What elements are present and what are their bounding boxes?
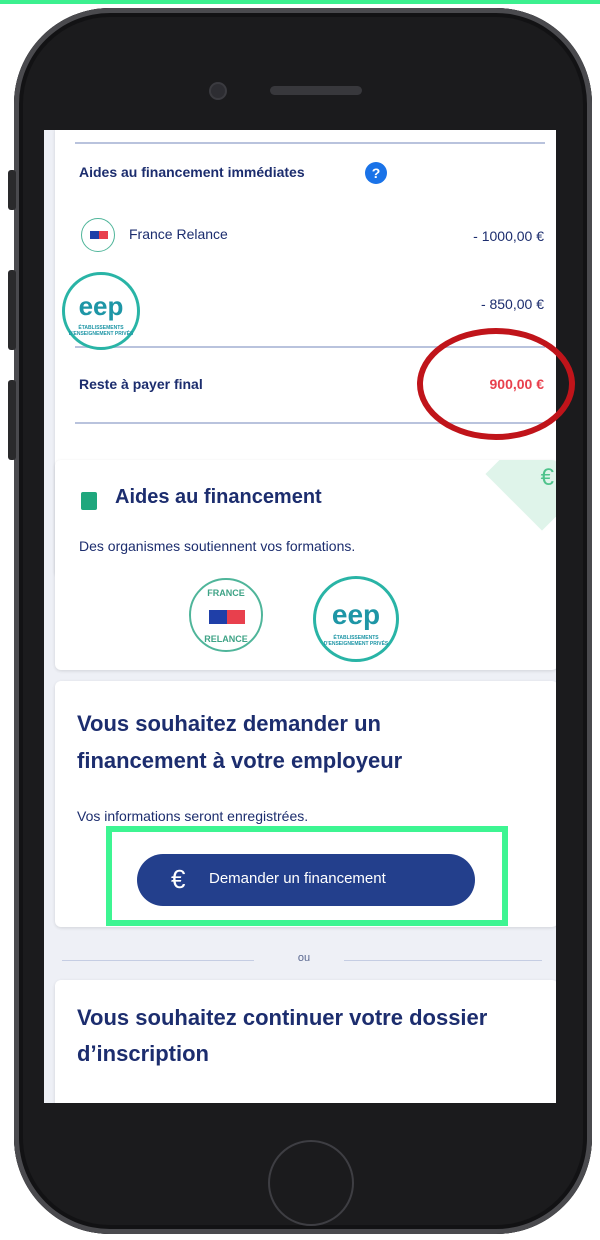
bookmark-icon xyxy=(81,492,97,510)
mute-switch xyxy=(8,170,16,210)
euro-corner-icon: € xyxy=(540,464,554,491)
annotation-red-circle xyxy=(417,328,575,440)
phone-screen: Aides au financement immédiates ? France… xyxy=(44,130,556,1103)
divider-right xyxy=(344,960,542,961)
help-icon[interactable]: ? xyxy=(365,162,387,184)
aid-row-amount-1: - 850,00 € xyxy=(480,296,544,312)
top-divider xyxy=(75,142,545,144)
employer-note: Vos informations seront enregistrées. xyxy=(77,808,309,824)
financing-aid-description: Des organismes soutiennent vos formation… xyxy=(79,538,356,554)
divider-left xyxy=(62,960,254,961)
continue-dossier-card: Vous souhaitez continuer votre dossier d… xyxy=(55,980,556,1103)
volume-down-button xyxy=(8,380,16,460)
financing-aid-title: Aides au financement xyxy=(115,486,322,508)
continue-title-line2: d’inscription xyxy=(77,1041,209,1066)
eep-logo: eep ÉTABLISSEMENTS D'ENSEIGNEMENT PRIVÉS xyxy=(313,576,399,662)
france-relance-logo-small xyxy=(81,218,115,252)
eep-logo-small: eep ÉTABLISSEMENTS D'ENSEIGNEMENT PRIVÉS xyxy=(62,272,140,350)
home-button[interactable] xyxy=(268,1140,354,1226)
total-label: Reste à payer final xyxy=(79,376,203,392)
aid-row-amount-0: - 1000,00 € xyxy=(473,228,544,244)
aid-row-name-0: France Relance xyxy=(129,226,228,242)
france-relance-logo: FRANCE RELANCE xyxy=(189,578,263,652)
earpiece-speaker xyxy=(270,86,362,95)
top-accent-line xyxy=(0,0,600,4)
immediate-aid-title: Aides au financement immédiates xyxy=(79,164,305,180)
employer-title-line2: financement à votre employeur xyxy=(77,748,403,773)
front-camera xyxy=(211,84,225,98)
divider-or-label: ou xyxy=(297,952,311,964)
financing-aid-card: € Aides au financement Des organismes so… xyxy=(55,460,556,670)
volume-up-button xyxy=(8,270,16,350)
continue-title-line1: Vous souhaitez continuer votre dossier xyxy=(77,1005,488,1030)
annotation-green-highlight xyxy=(106,826,508,926)
employer-title-line1: Vous souhaitez demander un xyxy=(77,711,381,736)
